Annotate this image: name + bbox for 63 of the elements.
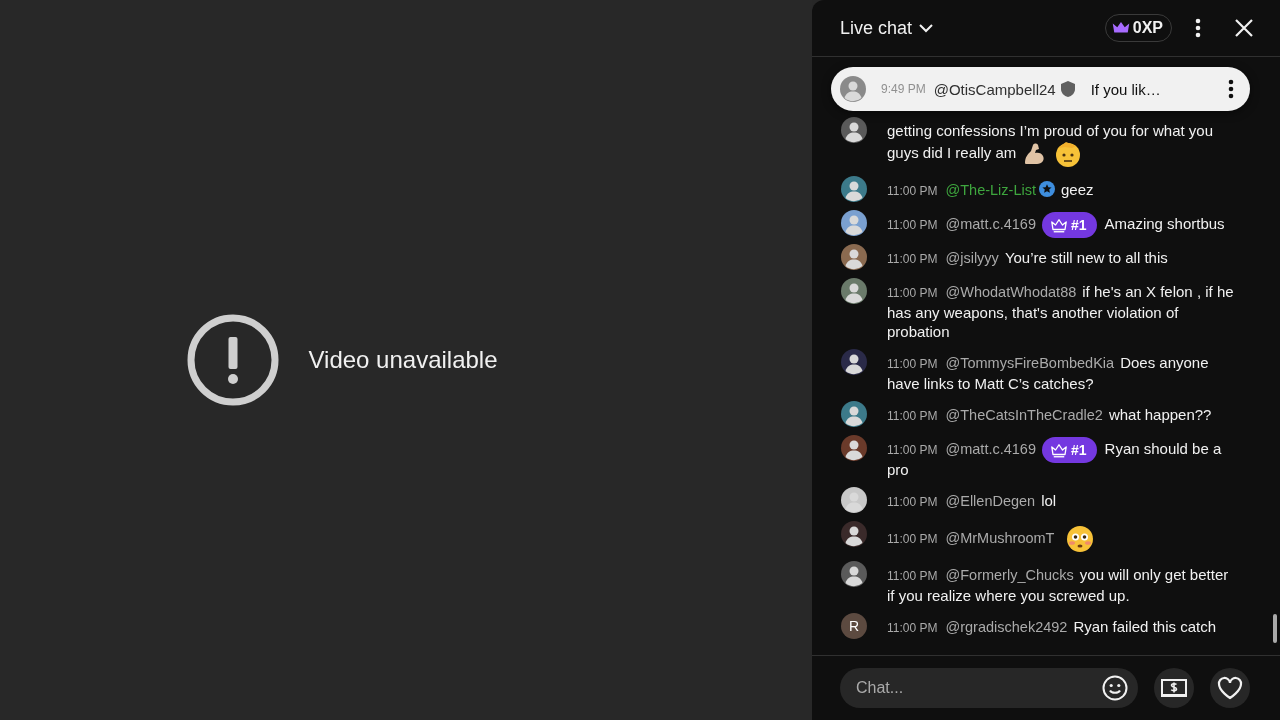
message-text: geez xyxy=(1060,181,1094,198)
avatar-icon xyxy=(841,278,867,304)
avatar-icon xyxy=(841,210,867,236)
smiley-icon xyxy=(1102,675,1128,701)
timestamp: 11:00 PM xyxy=(887,621,938,635)
error-message: Video unavailable xyxy=(308,346,498,374)
author-name[interactable]: @MrMushroomT xyxy=(945,529,1055,546)
emoji-button[interactable] xyxy=(1100,673,1130,703)
dollar-bill-icon xyxy=(1161,678,1187,698)
avatar-icon xyxy=(841,487,867,513)
timestamp: 11:00 PM xyxy=(887,531,938,546)
chat-input-field[interactable]: Chat... xyxy=(854,678,1100,698)
avatar-initial: R xyxy=(841,613,867,639)
kebab-menu-icon xyxy=(1228,79,1234,99)
avatar-icon xyxy=(840,76,866,102)
avatar-icon xyxy=(841,435,867,461)
message-text: You’re still new to all this xyxy=(1004,249,1168,266)
message-text: Amazing shortbus xyxy=(1104,215,1225,232)
author-name[interactable]: @matt.c.4169 xyxy=(945,216,1036,232)
author-name[interactable]: @OtisCampbell24 xyxy=(933,80,1056,98)
chat-message: 11:00 PM @matt.c.4169 #1 Ryan should be a pro xyxy=(887,439,1238,479)
message-text: lol xyxy=(1041,492,1057,509)
author-name[interactable]: @rgradischek2492 xyxy=(945,619,1068,635)
flushed-face-emoji-icon xyxy=(1066,525,1095,553)
author-name[interactable]: @jsilyyy xyxy=(945,250,999,266)
scrollbar-thumb[interactable] xyxy=(1273,614,1277,643)
badge-label: #1 xyxy=(1070,215,1087,235)
avatar-icon xyxy=(841,561,867,587)
badge-label: #1 xyxy=(1070,440,1087,460)
chat-message: 11:00 PM @TommysFireBombedKia Does anyone have links to Matt C’s catches? xyxy=(887,353,1210,393)
author-name[interactable]: @TheCatsInTheCradle2 xyxy=(945,407,1103,423)
avatar-icon xyxy=(841,401,867,427)
timestamp: 9:49 PM xyxy=(881,82,926,96)
message-text: If you lik… xyxy=(1090,80,1162,98)
timestamp: 11:00 PM xyxy=(887,184,938,198)
chat-message: 11:00 PM @Formerly_Chucks you will only get better if you realize where you screwed up. xyxy=(887,565,1230,605)
alert-icon xyxy=(186,313,281,407)
close-icon xyxy=(1235,19,1253,37)
chat-mode-dropdown[interactable]: Live chat xyxy=(840,17,935,39)
super-chat-button[interactable] xyxy=(1154,668,1194,708)
timestamp: 11:00 PM xyxy=(887,218,938,232)
timestamp: 11:00 PM xyxy=(887,409,938,423)
kebab-menu-icon xyxy=(1195,18,1201,38)
message-text: getting confessions I’m proud of you for what you guys did I really am xyxy=(887,122,1213,161)
timestamp: 11:00 PM xyxy=(887,252,938,266)
chat-message: 11:00 PM @WhodatWhodat88 if he's an X felon , if he has any weapons, that's another violation of probation xyxy=(887,282,1235,341)
crown-icon xyxy=(1049,441,1068,460)
avatar-icon xyxy=(841,176,867,202)
pinned-message[interactable]: 9:49 PM @OtisCampbell24 If you lik… xyxy=(831,67,1250,111)
chat-input-box[interactable]: Chat... xyxy=(840,668,1138,708)
author-name[interactable]: @EllenDegen xyxy=(945,493,1036,509)
saluting-face-emoji-icon xyxy=(1054,140,1083,168)
avatar-icon xyxy=(841,349,867,375)
author-name[interactable]: @The-Liz-List xyxy=(945,182,1036,198)
avatar-icon xyxy=(841,521,867,547)
like-button[interactable] xyxy=(1210,668,1250,708)
crown-icon xyxy=(1049,216,1068,235)
timestamp: 11:00 PM xyxy=(887,495,938,509)
message-text: Ryan failed this catch xyxy=(1073,618,1216,635)
heart-icon xyxy=(1217,676,1243,700)
avatar-icon xyxy=(841,117,867,143)
avatar-icon xyxy=(841,244,867,270)
message-text: what happen?? xyxy=(1108,406,1212,423)
